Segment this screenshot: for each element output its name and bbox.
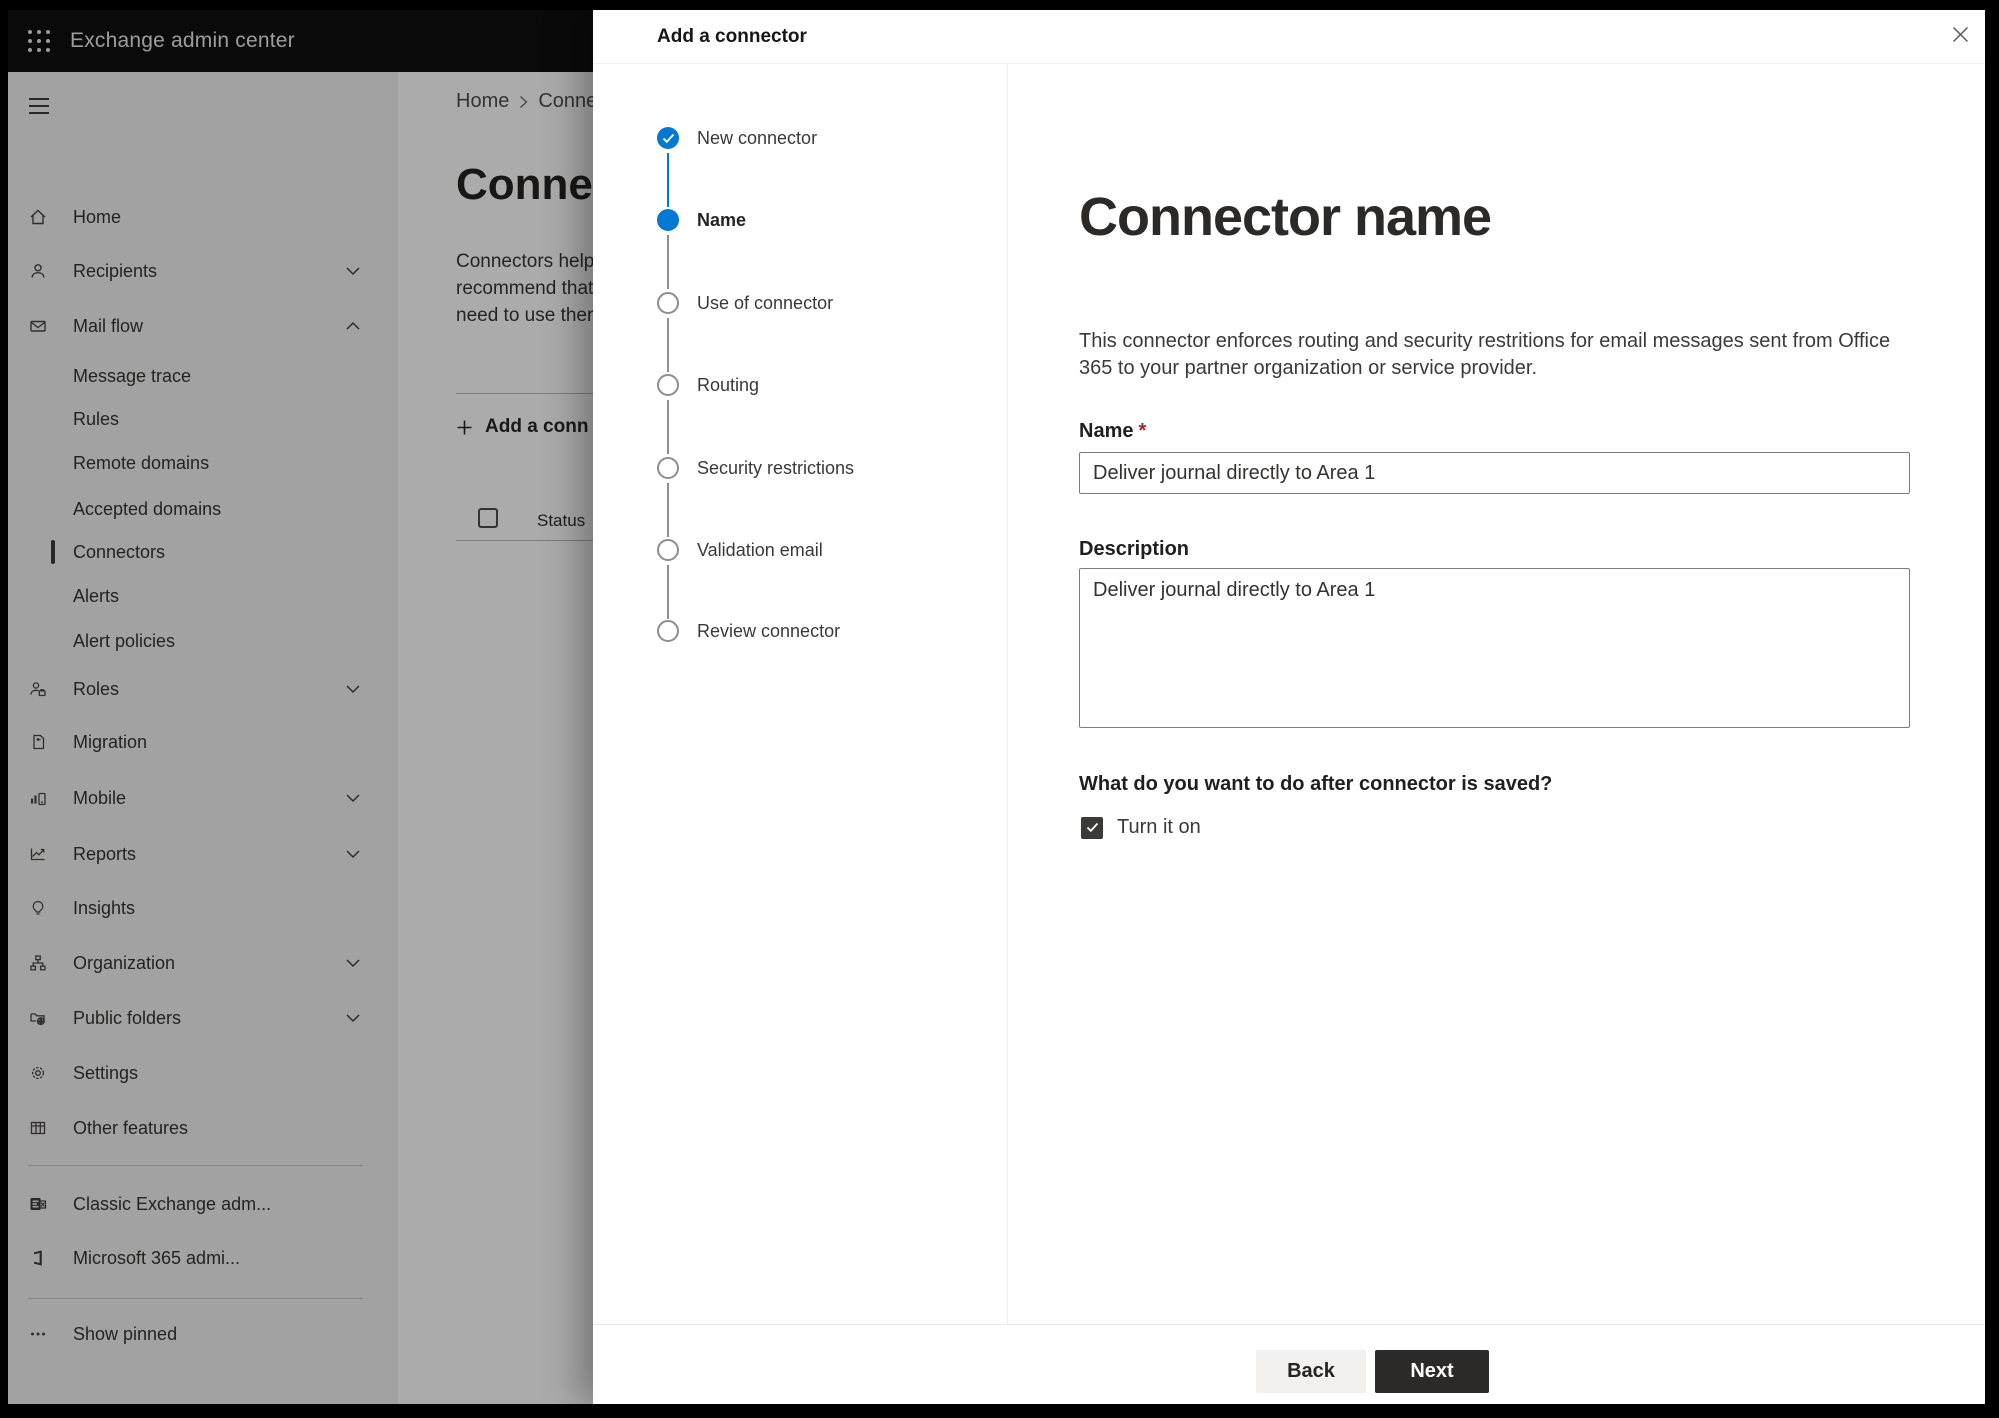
step-connector-line — [667, 400, 669, 454]
step-completed-check-icon — [657, 127, 679, 149]
name-input[interactable] — [1079, 452, 1910, 494]
back-button[interactable]: Back — [1256, 1350, 1366, 1393]
screenshot-frame: Exchange admin center Home Recipients Ma… — [0, 0, 1999, 1418]
app-window: Exchange admin center Home Recipients Ma… — [8, 10, 1985, 1404]
step-label: Security restrictions — [697, 458, 855, 478]
required-marker: * — [1138, 420, 1147, 442]
add-connector-dialog: Add a connector New connector Name Use o… — [593, 10, 1985, 1404]
step-connector-line — [667, 235, 669, 289]
turn-it-on-label: Turn it on — [1117, 816, 1201, 838]
step-connector-line — [667, 565, 669, 619]
step-name[interactable]: Name — [593, 209, 1007, 289]
step-security-restrictions[interactable]: Security restrictions — [593, 457, 1007, 537]
step-connector-line — [667, 318, 669, 372]
description-textarea[interactable]: Deliver journal directly to Area 1 — [1079, 568, 1910, 728]
after-save-question: What do you want to do after connector i… — [1079, 773, 1553, 795]
wizard-page-heading: Connector name — [1079, 187, 1492, 247]
step-circle — [657, 457, 679, 479]
steps-content-divider — [1007, 64, 1008, 1324]
step-label: Routing — [697, 375, 760, 395]
wizard-page-description: This connector enforces routing and secu… — [1079, 330, 1891, 379]
step-label: Use of connector — [697, 293, 834, 313]
turn-it-on-checkbox-row[interactable]: Turn it on — [1081, 816, 1201, 839]
name-field-label: Name * — [1079, 420, 1146, 443]
dialog-footer: Back Next — [593, 1324, 1985, 1404]
close-icon[interactable] — [1942, 16, 1978, 52]
step-use-of-connector[interactable]: Use of connector — [593, 292, 1007, 372]
step-circle — [657, 374, 679, 396]
step-label: Name — [697, 210, 747, 230]
name-label-text: Name — [1079, 420, 1134, 442]
dialog-title: Add a connector — [657, 25, 807, 47]
step-label: New connector — [697, 128, 818, 148]
step-circle — [657, 620, 679, 642]
step-circle — [657, 292, 679, 314]
next-button[interactable]: Next — [1375, 1350, 1489, 1393]
step-review-connector[interactable]: Review connector — [593, 620, 1007, 642]
step-connector-line — [667, 483, 669, 537]
step-current-circle — [657, 209, 679, 231]
dialog-header: Add a connector — [593, 10, 1985, 64]
step-label: Review connector — [697, 621, 841, 641]
step-circle — [657, 539, 679, 561]
step-connector-line — [667, 153, 669, 207]
description-field-label: Description — [1079, 538, 1190, 560]
checkbox-checked-icon — [1081, 816, 1103, 839]
step-label: Validation email — [697, 540, 823, 560]
step-validation-email[interactable]: Validation email — [593, 539, 1007, 619]
step-routing[interactable]: Routing — [593, 374, 1007, 454]
step-new-connector[interactable]: New connector — [593, 127, 1007, 207]
